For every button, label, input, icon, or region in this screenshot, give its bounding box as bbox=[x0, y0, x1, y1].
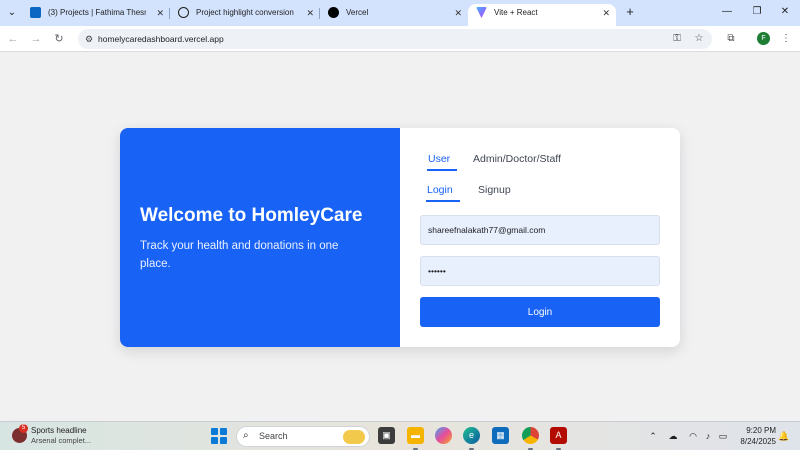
page-viewport: Welcome to HomleyCare Track your health … bbox=[0, 53, 800, 421]
welcome-panel: Welcome to HomleyCare Track your health … bbox=[120, 128, 400, 347]
browser-tab-project[interactable]: Project highlight conversion ✕ bbox=[170, 4, 320, 26]
onedrive-icon[interactable]: ☁ bbox=[667, 430, 679, 442]
close-tab-icon[interactable]: ✕ bbox=[306, 4, 314, 22]
task-view-icon[interactable]: ▣ bbox=[378, 427, 395, 444]
tab-title: Vercel bbox=[346, 8, 369, 17]
tab-title: Vite + React bbox=[494, 8, 538, 17]
tab-title: Project highlight conversion bbox=[196, 8, 294, 17]
password-field[interactable] bbox=[420, 256, 660, 286]
news-headline: Sports headline bbox=[31, 426, 87, 435]
openai-icon bbox=[178, 7, 189, 18]
close-tab-icon[interactable]: ✕ bbox=[454, 4, 462, 22]
login-button[interactable]: Login bbox=[420, 297, 660, 327]
close-tab-icon[interactable]: ✕ bbox=[156, 4, 164, 22]
browser-tab-vercel[interactable]: Vercel ✕ bbox=[320, 4, 468, 26]
browser-tab-bar: ⌄ (3) Projects | Fathima Thesni P.A ✕ Pr… bbox=[0, 0, 800, 26]
minimize-icon[interactable]: — bbox=[718, 4, 736, 20]
vite-icon bbox=[476, 7, 487, 18]
tab-signup[interactable]: Signup bbox=[478, 183, 511, 199]
new-tab-icon[interactable]: + bbox=[623, 5, 637, 19]
url-text: homelycaredashboard.vercel.app bbox=[98, 34, 224, 44]
microsoft-store-icon[interactable]: ▦ bbox=[492, 427, 509, 444]
system-clock[interactable]: 9:20 PM 8/24/2025 bbox=[734, 425, 776, 447]
acrobat-icon[interactable]: A bbox=[550, 427, 567, 450]
restore-icon[interactable]: ❐ bbox=[748, 4, 766, 20]
tab-search-icon[interactable]: ⌄ bbox=[4, 5, 20, 21]
chevron-up-icon[interactable]: ⌃ bbox=[647, 430, 659, 442]
search-label: Search bbox=[259, 431, 288, 441]
auth-card: Welcome to HomleyCare Track your health … bbox=[120, 128, 680, 347]
vercel-icon bbox=[328, 7, 339, 18]
email-field[interactable] bbox=[420, 215, 660, 245]
clock-time: 9:20 PM bbox=[746, 426, 776, 435]
tab-admin-doctor-staff[interactable]: Admin/Doctor/Staff bbox=[473, 152, 561, 168]
browser-toolbar: ← → ↻ ⚙ homelycaredashboard.vercel.app ⚿… bbox=[0, 26, 800, 52]
copilot-icon[interactable] bbox=[435, 427, 452, 444]
auth-panel: User Admin/Doctor/Staff Login Signup Log… bbox=[400, 128, 680, 347]
site-info-icon[interactable]: ⚙ bbox=[82, 32, 96, 46]
close-window-icon[interactable]: ✕ bbox=[776, 4, 794, 20]
tab-user[interactable]: User bbox=[426, 152, 458, 171]
news-badge: 5 bbox=[19, 424, 28, 433]
welcome-title: Welcome to HomleyCare bbox=[140, 205, 363, 226]
tab-login[interactable]: Login bbox=[426, 183, 460, 202]
profile-avatar[interactable]: F bbox=[757, 32, 770, 45]
welcome-subtitle: Track your health and donations in one p… bbox=[140, 240, 339, 270]
edge-icon[interactable]: e bbox=[463, 427, 480, 450]
wifi-icon[interactable]: ◠ bbox=[687, 430, 699, 442]
password-key-icon[interactable]: ⚿ bbox=[670, 32, 684, 46]
taskbar-search[interactable]: ⌕ Search bbox=[236, 426, 370, 447]
file-explorer-icon[interactable]: ▬ bbox=[407, 427, 424, 450]
search-highlight-icon bbox=[343, 430, 365, 444]
forward-icon[interactable]: → bbox=[28, 31, 44, 47]
search-icon: ⌕ bbox=[243, 430, 249, 441]
back-icon[interactable]: ← bbox=[5, 31, 21, 47]
address-bar[interactable]: ⚙ homelycaredashboard.vercel.app ⚿ ☆ bbox=[78, 29, 712, 49]
close-tab-icon[interactable]: ✕ bbox=[602, 4, 610, 22]
battery-icon[interactable]: ▭ bbox=[717, 430, 729, 442]
extensions-icon[interactable]: ⧉ bbox=[724, 32, 738, 46]
clock-date: 8/24/2025 bbox=[740, 437, 776, 446]
menu-icon[interactable]: ⋮ bbox=[779, 32, 793, 46]
reload-icon[interactable]: ↻ bbox=[51, 31, 67, 47]
bookmark-star-icon[interactable]: ☆ bbox=[692, 32, 706, 46]
browser-tab-linkedin[interactable]: (3) Projects | Fathima Thesni P.A ✕ bbox=[22, 4, 170, 26]
chrome-icon[interactable] bbox=[522, 427, 539, 450]
notifications-icon[interactable]: 🔔 bbox=[778, 430, 790, 442]
windows-start-icon[interactable] bbox=[211, 428, 227, 444]
linkedin-icon bbox=[30, 7, 41, 18]
volume-icon[interactable]: ♪ bbox=[702, 430, 714, 442]
news-subtitle: Arsenal complet... bbox=[31, 436, 92, 445]
tab-title: (3) Projects | Fathima Thesni P.A bbox=[48, 8, 146, 17]
windows-taskbar: 5 Sports headline Arsenal complet... ⌕ S… bbox=[0, 421, 800, 450]
browser-tab-vite[interactable]: Vite + React ✕ bbox=[468, 4, 616, 26]
